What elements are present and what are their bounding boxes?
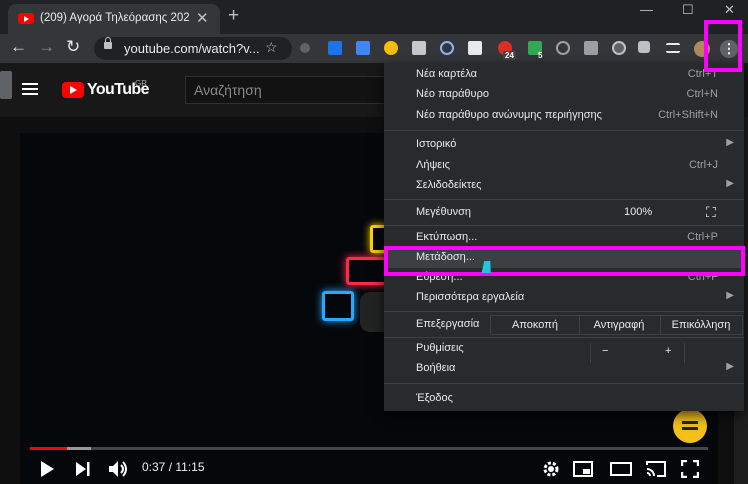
chrome-main-menu: Νέα καρτέλα Ctrl+T Νέο παράθυρο Ctrl+N Νέο… (384, 63, 744, 411)
back-button[interactable]: ← (10, 37, 27, 57)
search-placeholder: Αναζήτηση (194, 82, 262, 98)
reload-button[interactable]: ↻ (66, 37, 80, 57)
time-display: 0:37 / 11:15 (142, 460, 205, 474)
menu-separator (384, 311, 744, 312)
fullscreen-icon[interactable] (681, 460, 699, 478)
close-window-button[interactable]: ✕ (724, 2, 735, 18)
progress-bar[interactable] (30, 447, 708, 450)
hamburger-menu-icon[interactable] (22, 83, 38, 85)
browser-tab[interactable]: (209) Αγορά Τηλεόρασης 2020: Τ ✕ (8, 4, 220, 34)
new-tab-button[interactable]: + (228, 5, 239, 27)
menu-shortcut: Ctrl+N (686, 88, 718, 100)
volume-icon[interactable] (108, 459, 128, 479)
menu-item-new-window[interactable]: Νέο παράθυρο Ctrl+N (384, 85, 744, 105)
menu-label: Ρυθμίσεις (416, 342, 464, 354)
submenu-arrow-icon: ▶ (726, 361, 734, 372)
menu-item-history[interactable]: Ιστορικό ▶ (384, 135, 744, 155)
menu-shortcut: Ctrl+Shift+N (658, 109, 718, 121)
menu-item-help[interactable]: Βοήθεια ▶ (384, 359, 744, 379)
menu-item-incognito[interactable]: Νέο παράθυρο ανώνυμης περιήγησης Ctrl+Shi… (384, 106, 744, 126)
cast-icon[interactable] (646, 461, 666, 477)
lock-icon (104, 37, 112, 49)
extension-s-icon[interactable] (328, 41, 342, 55)
browser-toolbar: ← → ↻ youtube.com/watch?v... ☆ 24 5 ⋮ (0, 34, 748, 63)
submenu-arrow-icon: ▶ (726, 137, 734, 148)
cut-button[interactable]: Αποκοπή (490, 315, 580, 335)
miniplayer-icon[interactable] (573, 461, 593, 477)
menu-label: Σελιδοδείκτες (416, 179, 482, 191)
progress-fill (30, 447, 68, 450)
menu-item-zoom: Μεγέθυνση − 100% + ⛶ (384, 203, 744, 363)
region-code: GR (135, 79, 147, 88)
extension-recycle-icon[interactable] (300, 43, 310, 53)
extension-translate-icon[interactable] (356, 41, 370, 55)
edit-label: Επεξεργασία (416, 318, 480, 330)
extension-circle-icon[interactable] (556, 41, 570, 55)
minimize-button[interactable]: — (640, 2, 653, 17)
play-icon[interactable] (40, 461, 54, 477)
menu-item-settings[interactable]: Ρυθμίσεις (384, 339, 744, 359)
menu-label: Περισσότερα εργαλεία (416, 291, 525, 303)
next-icon[interactable] (76, 461, 90, 477)
menu-item-downloads[interactable]: Λήψεις Ctrl+J (384, 156, 744, 176)
menu-item-bookmarks[interactable]: Σελιδοδείκτες ▶ (384, 176, 744, 196)
extension-refresh-icon[interactable] (440, 41, 454, 55)
menu-label: Εκτύπωση... (416, 231, 478, 243)
menu-shortcut: Ctrl+J (688, 159, 718, 171)
menu-item-exit[interactable]: Έξοδος (384, 389, 744, 409)
copy-button[interactable]: Αντιγραφή (578, 315, 661, 335)
menu-separator (384, 383, 744, 384)
player-controls: 0:37 / 11:15 (20, 455, 718, 483)
menu-separator (384, 225, 744, 226)
submenu-arrow-icon: ▶ (726, 290, 734, 301)
side-tab[interactable] (0, 71, 12, 99)
menu-shortcut: Ctrl+P (687, 231, 718, 243)
extension-gray-icon[interactable] (584, 41, 598, 55)
tab-strip: (209) Αγορά Τηλεόρασης 2020: Τ ✕ + — ☐ ✕ (0, 0, 748, 34)
menu-item-more-tools[interactable]: Περισσότερα εργαλεία ▶ (384, 288, 744, 308)
extension-ring-icon[interactable] (612, 41, 626, 55)
submenu-arrow-icon: ▶ (726, 178, 734, 189)
youtube-logo-icon[interactable] (62, 82, 84, 98)
extension-window-icon[interactable] (468, 41, 482, 55)
extension-badge: 24 (503, 51, 516, 60)
extension-yellow-icon[interactable] (384, 41, 398, 55)
menu-separator (384, 199, 744, 200)
menu-label: Νέο παράθυρο (416, 88, 489, 100)
menu-item-new-tab[interactable]: Νέα καρτέλα Ctrl+T (384, 65, 744, 85)
highlight-menu-button (704, 20, 742, 72)
media-controls-icon[interactable] (666, 43, 680, 53)
channel-watermark-icon[interactable] (673, 409, 707, 443)
menu-label: Νέο παράθυρο ανώνυμης περιήγησης (416, 109, 602, 121)
menu-label: Μεγέθυνση (416, 206, 472, 218)
search-input[interactable]: Αναζήτηση (185, 76, 402, 104)
tab-title: (209) Αγορά Τηλεόρασης 2020: Τ (40, 12, 190, 24)
fullscreen-icon[interactable]: ⛶ (706, 204, 716, 221)
maximize-button[interactable]: ☐ (682, 2, 694, 18)
menu-label: Ιστορικό (416, 138, 457, 150)
bookmark-star-icon[interactable]: ☆ (265, 39, 278, 56)
menu-label: Νέα καρτέλα (416, 68, 478, 80)
menu-label: Έξοδος (416, 392, 453, 404)
menu-item-print[interactable]: Εκτύπωση... Ctrl+P (384, 228, 744, 248)
forward-button[interactable]: → (38, 37, 55, 57)
youtube-favicon-icon (18, 13, 34, 24)
menu-label: Λήψεις (416, 159, 450, 171)
settings-gear-icon[interactable] (542, 460, 560, 478)
menu-separator (384, 337, 744, 338)
theater-mode-icon[interactable] (610, 462, 632, 476)
extension-magnifier-icon[interactable] (412, 41, 426, 55)
neon-blue-block (322, 291, 354, 321)
highlight-cast-item (384, 246, 745, 276)
address-bar[interactable]: youtube.com/watch?v... ☆ (94, 37, 292, 60)
menu-label: Βοήθεια (416, 362, 456, 374)
extension-badge: 5 (538, 51, 543, 60)
menu-separator (384, 130, 744, 131)
paste-button[interactable]: Επικόλληση (660, 315, 743, 335)
tab-close-icon[interactable]: ✕ (196, 9, 209, 27)
zoom-level: 100% (624, 206, 653, 218)
extensions-puzzle-icon[interactable] (638, 41, 650, 53)
url-text: youtube.com/watch?v... (124, 41, 260, 56)
